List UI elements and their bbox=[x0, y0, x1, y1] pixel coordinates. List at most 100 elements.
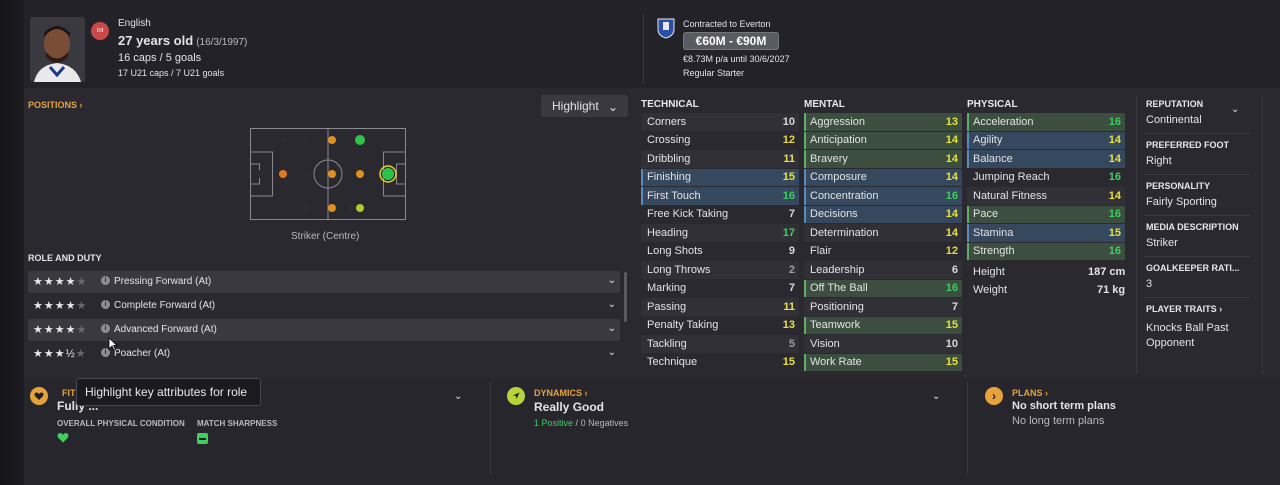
attribute-row[interactable]: Agility 14 bbox=[967, 131, 1125, 149]
attribute-row[interactable]: Work Rate 15 bbox=[804, 353, 962, 371]
attribute-row[interactable]: Leadership 6 bbox=[804, 261, 962, 279]
attribute-row[interactable]: Decisions 14 bbox=[804, 205, 962, 223]
attribute-row[interactable]: Jumping Reach 16 bbox=[967, 169, 1125, 187]
info-icon[interactable]: i bbox=[101, 324, 110, 333]
preferred-foot-value: Right bbox=[1146, 155, 1172, 167]
attribute-name: Dribbling bbox=[647, 152, 691, 165]
goalkeeper-rating-header: GOALKEEPER RATI... bbox=[1146, 263, 1240, 273]
attribute-value: 14 bbox=[945, 171, 958, 184]
sharpness-icon bbox=[197, 433, 208, 444]
attribute-row[interactable]: Long Shots 9 bbox=[641, 243, 799, 261]
divider bbox=[1144, 215, 1250, 216]
attribute-value: 14 bbox=[1108, 152, 1121, 165]
attribute-name: Free Kick Taking bbox=[647, 208, 729, 221]
attribute-row[interactable]: Stamina 15 bbox=[967, 224, 1125, 242]
role-duty-header: ROLE AND DUTY bbox=[28, 253, 102, 263]
attribute-row[interactable]: Concentration 16 bbox=[804, 187, 962, 205]
attribute-row[interactable]: Finishing 15 bbox=[641, 168, 799, 186]
attribute-value: 14 bbox=[945, 226, 958, 239]
attribute-value: 15 bbox=[782, 171, 795, 184]
attribute-row[interactable]: Bravery 14 bbox=[804, 150, 962, 168]
reputation-value: Continental bbox=[1146, 114, 1202, 126]
attribute-row[interactable]: Dribbling 11 bbox=[641, 150, 799, 168]
attribute-row[interactable]: Heading 17 bbox=[641, 224, 799, 242]
sharpness-label: MATCH SHARPNESS bbox=[197, 419, 278, 428]
attribute-row[interactable]: Long Throws 2 bbox=[641, 261, 799, 279]
attribute-name: Aggression bbox=[810, 115, 866, 128]
attribute-row[interactable]: Tackling 5 bbox=[641, 335, 799, 353]
attribute-name: Leadership bbox=[810, 263, 865, 276]
info-icon[interactable]: i bbox=[101, 276, 110, 285]
positions-header[interactable]: POSITIONS › bbox=[28, 100, 83, 110]
attribute-value: 14 bbox=[1108, 189, 1121, 202]
chevron-down-icon[interactable]: ⌄ bbox=[608, 299, 616, 310]
attribute-row[interactable]: Strength 16 bbox=[967, 242, 1125, 260]
attribute-value: 10 bbox=[782, 115, 795, 128]
attribute-value: 15 bbox=[1108, 226, 1121, 239]
attribute-row[interactable]: First Touch 16 bbox=[641, 187, 799, 205]
condition-heart-icon bbox=[57, 432, 69, 446]
attribute-row[interactable]: Acceleration 16 bbox=[967, 113, 1125, 131]
plans-header[interactable]: PLANS › bbox=[1012, 388, 1048, 398]
roles-scrollbar[interactable] bbox=[624, 272, 627, 322]
attribute-name: Passing bbox=[647, 300, 687, 313]
attribute-name: Composure bbox=[810, 171, 867, 184]
attribute-name: Finishing bbox=[647, 171, 692, 184]
role-name: Pressing Forward (At) bbox=[114, 276, 212, 287]
role-stars: ★★★½★ bbox=[33, 348, 87, 360]
attribute-row[interactable]: Marking 7 bbox=[641, 280, 799, 298]
compass-icon bbox=[507, 387, 525, 405]
attribute-row[interactable]: Anticipation 14 bbox=[804, 131, 962, 149]
attribute-row[interactable]: Aggression 13 bbox=[804, 113, 962, 131]
attribute-value: 7 bbox=[951, 300, 958, 313]
chevron-down-icon[interactable]: ⌄ bbox=[454, 391, 462, 402]
attribute-name: Penalty Taking bbox=[647, 319, 719, 332]
attribute-name: Jumping Reach bbox=[973, 171, 1050, 184]
goalkeeper-rating-value: 3 bbox=[1146, 278, 1153, 290]
attribute-value: 11 bbox=[783, 152, 795, 165]
attribute-row[interactable]: Technique 15 bbox=[641, 354, 799, 372]
attribute-name: Tackling bbox=[647, 337, 687, 350]
chevron-down-icon[interactable]: ⌄ bbox=[608, 323, 616, 334]
attribute-value: 14 bbox=[945, 134, 958, 147]
role-row[interactable]: ★★★★★ i Pressing Forward (At) ⌄ bbox=[28, 271, 620, 293]
attribute-row[interactable]: Crossing 12 bbox=[641, 132, 799, 150]
attribute-value: 10 bbox=[945, 337, 958, 350]
heart-icon bbox=[30, 387, 48, 405]
attribute-row[interactable]: Natural Fitness 14 bbox=[967, 187, 1125, 205]
attribute-name: Crossing bbox=[647, 134, 691, 147]
attribute-row[interactable]: Composure 14 bbox=[804, 168, 962, 186]
chevron-down-icon[interactable]: ⌄ bbox=[608, 275, 616, 286]
attribute-row[interactable]: Balance 14 bbox=[967, 150, 1125, 168]
age-line: 27 years old (16/3/1997) bbox=[118, 33, 247, 48]
role-row[interactable]: ★★★★★ i Complete Forward (At) ⌄ bbox=[28, 295, 620, 317]
attribute-row[interactable]: Teamwork 15 bbox=[804, 316, 962, 334]
attribute-value: 5 bbox=[788, 337, 795, 350]
attribute-row[interactable]: Pace 16 bbox=[967, 205, 1125, 223]
attribute-name: Long Shots bbox=[647, 245, 703, 258]
attribute-row[interactable]: Vision 10 bbox=[804, 335, 962, 353]
player-traits-header[interactable]: PLAYER TRAITS › bbox=[1146, 304, 1222, 314]
attribute-value: 9 bbox=[788, 245, 795, 258]
chevron-down-icon[interactable]: ⌄ bbox=[608, 347, 616, 358]
personality-header: PERSONALITY bbox=[1146, 181, 1211, 191]
fitness-header[interactable]: FIT bbox=[62, 388, 76, 398]
attribute-row[interactable]: Off The Ball 16 bbox=[804, 279, 962, 297]
attribute-row[interactable]: Passing 11 bbox=[641, 298, 799, 316]
attribute-name: First Touch bbox=[647, 189, 701, 202]
attribute-row[interactable]: Penalty Taking 13 bbox=[641, 317, 799, 335]
attribute-row[interactable]: Flair 12 bbox=[804, 243, 962, 261]
attribute-value: 15 bbox=[945, 356, 958, 369]
highlight-dropdown[interactable]: Highlight ⌄ bbox=[541, 95, 628, 117]
u21-caps: 17 U21 caps / 7 U21 goals bbox=[118, 68, 225, 78]
media-description-value: Striker bbox=[1146, 237, 1178, 249]
attribute-row[interactable]: Positioning 7 bbox=[804, 298, 962, 316]
transfer-value[interactable]: €60M - €90M bbox=[683, 32, 779, 50]
attribute-row[interactable]: Corners 10 bbox=[641, 113, 799, 131]
attribute-row[interactable]: Free Kick Taking 7 bbox=[641, 206, 799, 224]
attribute-row[interactable]: Determination 14 bbox=[804, 224, 962, 242]
chevron-down-icon[interactable]: ⌄ bbox=[1231, 104, 1239, 115]
chevron-down-icon[interactable]: ⌄ bbox=[932, 391, 940, 402]
info-icon[interactable]: i bbox=[101, 300, 110, 309]
dynamics-header[interactable]: DYNAMICS › bbox=[534, 388, 588, 398]
